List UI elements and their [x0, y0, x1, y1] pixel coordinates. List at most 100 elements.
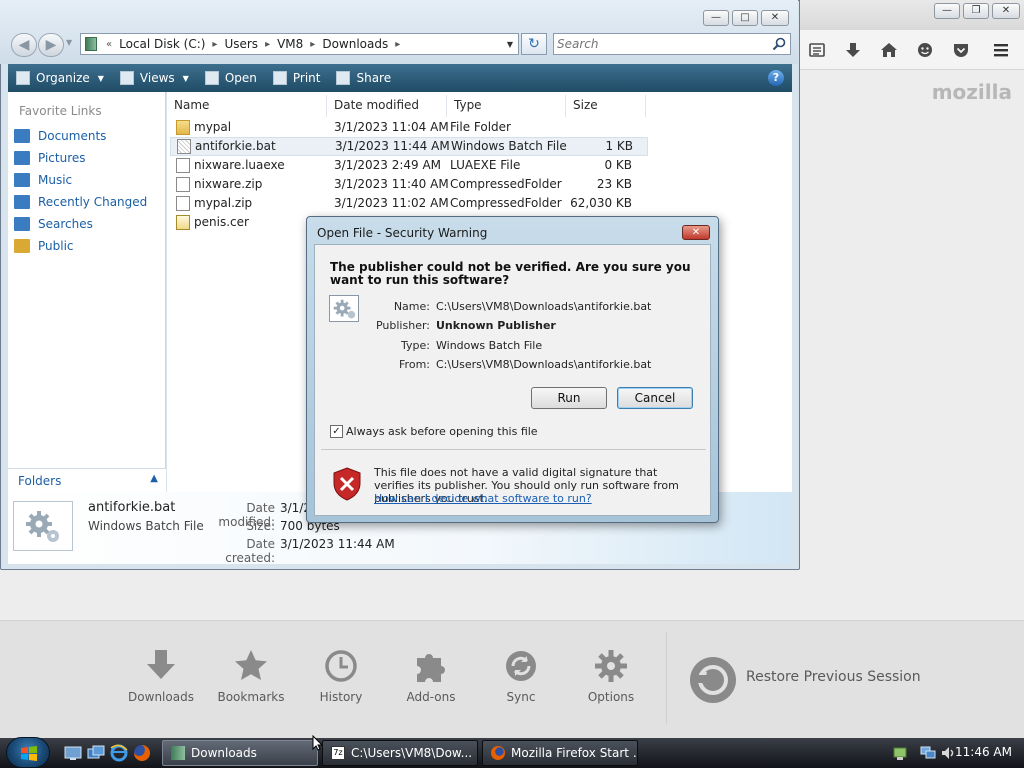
social-icon[interactable]: [914, 39, 936, 61]
recent-pages-chevron-icon[interactable]: ▼: [66, 38, 72, 47]
breadcrumb-item[interactable]: VM8: [273, 37, 307, 51]
organize-icon: [16, 71, 30, 85]
favorite-link-recently-changed[interactable]: Recently Changed: [14, 193, 147, 211]
file-size: 62,030 KB: [570, 196, 632, 210]
explorer-folder-icon: [171, 746, 185, 760]
file-date: 3/1/2023 2:49 AM: [334, 158, 442, 172]
views-button[interactable]: Views ▼: [112, 64, 197, 92]
favorite-link-pictures[interactable]: Pictures: [14, 149, 86, 167]
file-row[interactable]: mypal 3/1/2023 11:04 AM File Folder: [170, 118, 638, 137]
launcher-options[interactable]: Options: [571, 648, 651, 704]
file-size: 0 KB: [604, 158, 632, 172]
launcher-bookmarks[interactable]: Bookmarks: [211, 648, 291, 704]
sync-icon: [506, 651, 536, 681]
pocket-icon[interactable]: [950, 39, 972, 61]
explorer-minimize-button[interactable]: —: [703, 10, 729, 26]
firefox-minimize-button[interactable]: —: [934, 3, 960, 19]
file-size: [570, 118, 638, 137]
taskbar-button-firefox[interactable]: Mozilla Firefox Start ...: [482, 740, 638, 766]
file-name: nixware.luaexe: [194, 158, 285, 172]
taskbar-button-batch[interactable]: 7z C:\Users\VM8\Dow...: [322, 740, 478, 766]
run-button[interactable]: Run: [531, 387, 607, 409]
favorite-link-label: Searches: [38, 217, 93, 231]
dialog-title: Open File - Security Warning: [317, 226, 488, 240]
forward-button[interactable]: ▶: [38, 33, 64, 57]
network-shield-icon[interactable]: [892, 745, 908, 761]
downloads-toolbar-icon[interactable]: [842, 39, 864, 61]
start-button[interactable]: [6, 737, 50, 768]
favorite-link-searches[interactable]: Searches: [14, 215, 93, 233]
firefox-close-button[interactable]: ✕: [992, 3, 1020, 19]
launcher-label: Bookmarks: [217, 690, 285, 704]
launcher-sync[interactable]: Sync: [481, 648, 561, 704]
column-header-size[interactable]: Size: [566, 95, 646, 117]
refresh-button[interactable]: ↻: [521, 33, 547, 55]
address-dropdown-icon[interactable]: ▼: [502, 40, 518, 49]
launcher-addons[interactable]: Add-ons: [391, 648, 471, 704]
switch-windows-icon[interactable]: [87, 744, 105, 762]
breadcrumb-chevron-icon[interactable]: ▸: [307, 39, 318, 50]
launcher-history[interactable]: History: [301, 648, 381, 704]
search-box[interactable]: [553, 33, 791, 55]
reading-list-icon[interactable]: [806, 39, 828, 61]
firefox-icon: [491, 746, 505, 760]
explorer-close-button[interactable]: ✕: [761, 10, 789, 26]
file-row-selected[interactable]: antiforkie.bat 3/1/2023 11:44 AM Windows…: [170, 137, 648, 156]
always-ask-checkbox[interactable]: ✓: [330, 425, 343, 438]
breadcrumb-chevron-icon[interactable]: ▸: [392, 39, 403, 50]
always-ask-label[interactable]: Always ask before opening this file: [346, 425, 538, 438]
firefox-quicklaunch-icon[interactable]: [133, 744, 151, 762]
print-button[interactable]: Print: [265, 64, 329, 92]
cancel-button[interactable]: Cancel: [617, 387, 693, 409]
security-warning-dialog: Open File - Security Warning ✕ The publi…: [306, 216, 719, 523]
back-button[interactable]: ◀: [11, 33, 37, 57]
launcher-downloads[interactable]: Downloads: [121, 648, 201, 704]
menu-icon[interactable]: [990, 39, 1012, 61]
certificate-icon: [176, 215, 190, 230]
search-icon[interactable]: [772, 37, 786, 51]
column-header-name[interactable]: Name: [167, 95, 327, 117]
internet-explorer-icon[interactable]: [110, 744, 128, 762]
file-row[interactable]: mypal.zip 3/1/2023 11:02 AM CompressedFo…: [170, 194, 638, 213]
file-size: 23 KB: [596, 177, 632, 191]
clock[interactable]: 11:46 AM: [955, 745, 1012, 759]
restore-session-label: Restore Previous Session: [746, 669, 921, 685]
search-input[interactable]: [557, 36, 767, 52]
show-desktop-icon[interactable]: [64, 744, 82, 762]
explorer-maximize-button[interactable]: □: [732, 10, 758, 26]
breadcrumb-overflow-icon[interactable]: «: [103, 39, 115, 50]
taskbar-button-downloads[interactable]: Downloads: [162, 740, 318, 766]
folders-toggle[interactable]: Folders ▲: [8, 468, 166, 492]
file-row[interactable]: nixware.zip 3/1/2023 11:40 AM Compressed…: [170, 175, 638, 194]
help-link[interactable]: How can I decide what software to run?: [374, 492, 592, 505]
pictures-icon: [14, 151, 30, 165]
file-row[interactable]: nixware.luaexe 3/1/2023 2:49 AM LUAEXE F…: [170, 156, 638, 175]
column-header-date-modified[interactable]: Date modified: [327, 95, 447, 117]
breadcrumb-chevron-icon[interactable]: ▸: [209, 39, 220, 50]
restore-session-button[interactable]: Restore Previous Session: [688, 655, 988, 705]
breadcrumb-item[interactable]: Users: [220, 37, 262, 51]
home-icon[interactable]: [878, 39, 900, 61]
address-bar[interactable]: « Local Disk (C:) ▸ Users ▸ VM8 ▸ Downlo…: [80, 33, 519, 55]
firefox-restore-button[interactable]: ❐: [963, 3, 989, 19]
breadcrumb-chevron-icon[interactable]: ▸: [262, 39, 273, 50]
console-icon: 7z: [331, 746, 345, 760]
organize-button[interactable]: Organize ▼: [8, 64, 112, 92]
breadcrumb-item[interactable]: Local Disk (C:): [115, 37, 209, 51]
file-type: LUAEXE File: [450, 158, 521, 172]
column-header-type[interactable]: Type: [447, 95, 566, 117]
help-icon[interactable]: ?: [768, 70, 784, 86]
share-button[interactable]: Share: [328, 64, 399, 92]
detail-file-name: antiforkie.bat: [88, 500, 176, 515]
favorite-link-public[interactable]: Public: [14, 237, 74, 255]
volume-icon[interactable]: [940, 745, 956, 761]
breadcrumb-item[interactable]: Downloads: [318, 37, 392, 51]
file-name: mypal: [194, 120, 232, 134]
favorite-link-documents[interactable]: Documents: [14, 127, 106, 145]
open-button[interactable]: Open: [197, 64, 265, 92]
network-icon[interactable]: [920, 745, 936, 761]
dialog-close-button[interactable]: ✕: [682, 225, 710, 240]
favorite-link-music[interactable]: Music: [14, 171, 72, 189]
file-type: File Folder: [450, 120, 511, 134]
command-label: Share: [356, 71, 392, 85]
